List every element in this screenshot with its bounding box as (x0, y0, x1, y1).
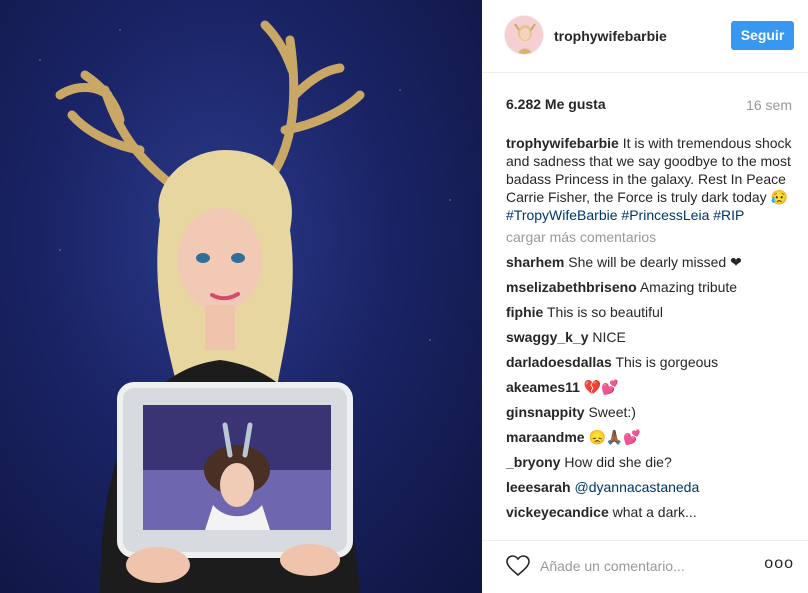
comment-text: what a dark... (612, 504, 697, 520)
comment-row: darladoesdallas This is gorgeous (506, 350, 796, 375)
comment-row: vickeyecandice what a dark... (506, 500, 796, 525)
avatar-image (505, 16, 543, 54)
comment-text: NICE (592, 329, 626, 345)
post-time[interactable]: 16 sem (746, 97, 792, 113)
comment-username[interactable]: ginsnappity (506, 404, 585, 420)
comment-row: leeesarah @dyannacastaneda (506, 475, 796, 500)
hashtag-link[interactable]: #RIP (713, 207, 744, 223)
comment-username[interactable]: _bryony (506, 454, 560, 470)
load-more-comments[interactable]: cargar más comentarios (506, 228, 796, 246)
comment-row: mselizabethbriseno Amazing tribute (506, 275, 796, 300)
comment-text: Amazing tribute (639, 279, 738, 295)
comment-username[interactable]: maraandme (506, 429, 585, 445)
mention-link[interactable]: @dyannacastaneda (575, 479, 700, 495)
comment-row: fiphie This is so beautiful (506, 300, 796, 325)
comment-row: akeames11 💔💕 (506, 375, 796, 400)
post-caption: trophywifebarbie It is with tremendous s… (506, 134, 796, 224)
post-author-username[interactable]: trophywifebarbie (554, 28, 667, 44)
comment-row: maraandme 😞🙏🏾💕 (506, 425, 796, 450)
comment-text: She will be dearly missed ❤ (568, 254, 742, 270)
heart-outline-icon[interactable] (506, 555, 530, 577)
hashtag-link[interactable]: #TropyWifeBarbie (506, 207, 618, 223)
comments-list: trophywifebarbie It is with tremendous s… (506, 134, 796, 534)
caption-username[interactable]: trophywifebarbie (506, 135, 619, 151)
comment-text: How did she die? (564, 454, 672, 470)
comment-text: Sweet:) (588, 404, 636, 420)
comment-username[interactable]: akeames11 (506, 379, 580, 395)
comment-row: sharhem She will be dearly missed ❤ (506, 250, 796, 275)
comment-text: This is so beautiful (546, 304, 663, 320)
comment-username[interactable]: mselizabethbriseno (506, 279, 637, 295)
likes-count[interactable]: 6.282 Me gusta (506, 96, 606, 112)
post-header: trophywifebarbie Seguir (482, 0, 808, 73)
comment-row: _bryony How did she die? (506, 450, 796, 475)
comment-row: swaggy_k_y NICE (506, 325, 796, 350)
comment-row: ginsnappity Sweet:) (506, 400, 796, 425)
hashtag-link[interactable]: #PrincessLeia (621, 207, 709, 223)
comment-footer: ooo (482, 540, 808, 593)
post-photo[interactable] (0, 0, 482, 593)
comment-text: This is gorgeous (615, 354, 719, 370)
comment-username[interactable]: vickeyecandice (506, 504, 609, 520)
comment-username[interactable]: fiphie (506, 304, 543, 320)
more-options-icon[interactable]: ooo (764, 555, 794, 573)
comment-username[interactable]: darladoesdallas (506, 354, 612, 370)
comment-text: 😞🙏🏾💕 (588, 429, 641, 445)
comment-username[interactable]: leeesarah (506, 479, 571, 495)
photo-illustration (39, 20, 451, 593)
sad-face-emoji: 😥 (770, 189, 788, 205)
add-comment-input[interactable] (540, 555, 750, 577)
comment-username[interactable]: sharhem (506, 254, 564, 270)
comment-username[interactable]: swaggy_k_y (506, 329, 589, 345)
post-side-panel: trophywifebarbie Seguir 6.282 Me gusta 1… (482, 0, 808, 593)
comment-text: 💔💕 (583, 379, 619, 395)
follow-button[interactable]: Seguir (731, 21, 794, 50)
avatar[interactable] (504, 15, 544, 55)
